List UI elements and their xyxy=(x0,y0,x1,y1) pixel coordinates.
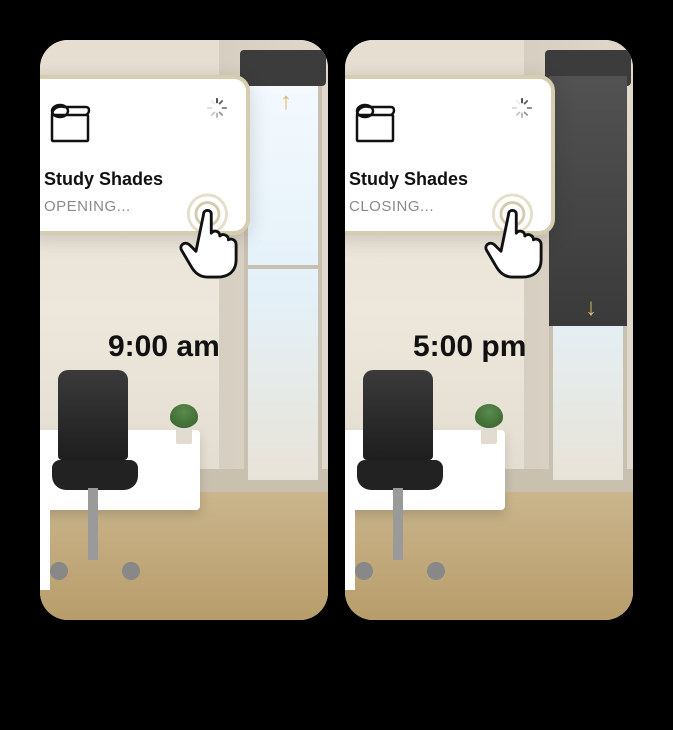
plant xyxy=(475,404,503,430)
tap-hand-icon xyxy=(483,193,561,279)
spinner-icon xyxy=(511,97,533,119)
time-label: 9:00 am xyxy=(108,330,220,364)
chair xyxy=(363,370,433,460)
tap-hand-icon xyxy=(178,193,256,279)
spinner-icon xyxy=(206,97,228,119)
time-label: 5:00 pm xyxy=(413,330,526,364)
shade-roll xyxy=(240,50,326,86)
device-card[interactable]: Study Shades CLOSING... xyxy=(345,75,555,235)
chair xyxy=(58,370,128,460)
device-card[interactable]: Study Shades OPENING... xyxy=(40,75,250,235)
shade-icon xyxy=(349,97,401,149)
shade-icon xyxy=(44,97,96,149)
scene-closing: ↓ xyxy=(345,40,633,620)
arrow-down-icon: ↓ xyxy=(585,294,597,322)
arrow-up-icon: ↑ xyxy=(280,88,292,116)
plant xyxy=(170,404,198,430)
device-name: Study Shades xyxy=(44,169,228,190)
device-name: Study Shades xyxy=(349,169,533,190)
scene-opening: ↑ xyxy=(40,40,328,620)
